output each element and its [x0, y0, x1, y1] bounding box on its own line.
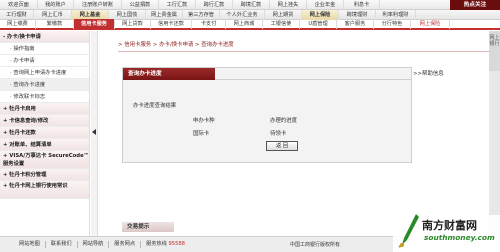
sidebar-item-guide[interactable]: · 操作指南	[0, 43, 89, 55]
sidebar: - 办卡/换卡申请 · 操作指南 · 办卡申请 · 查询网上申请办卡进度 · 查…	[0, 31, 90, 236]
sidebar-collapse-handle[interactable]	[91, 31, 98, 236]
sidebar-item-query-progress[interactable]: · 查询办卡进度	[0, 79, 89, 91]
nav-branch-features[interactable]: 分行特色	[374, 19, 411, 29]
help-link[interactable]: >>帮助信息	[413, 69, 444, 77]
pen-logo-icon	[398, 214, 419, 248]
nav-personal-forex[interactable]: 个人外汇业务	[220, 9, 265, 20]
transaction-tip-header: 交易提示	[122, 222, 174, 232]
help-label: 帮助信息	[422, 71, 444, 77]
sidebar-item-label: 牡丹卡网上银行使用常识	[9, 183, 68, 189]
breadcrumb-divider	[118, 51, 490, 52]
sidebar-item-label: 牡丹卡积分管理	[9, 172, 47, 178]
nav-card-repayment[interactable]: 信用卡还款	[151, 19, 192, 29]
sidebar-item-faq[interactable]: + 牡丹卡网上银行使用常识	[0, 181, 89, 199]
col-progress: 办理的进度	[270, 118, 297, 124]
sidebar-item-securecode[interactable]: + VISA/万事达卡 SecureCode™服务设置	[0, 151, 89, 169]
breadcrumb-item: 查询办卡进度	[201, 42, 234, 48]
sidebar-item-label: 牡丹卡还款	[9, 130, 36, 136]
panel-header-bar	[215, 68, 411, 80]
sidebar-item-label: 办卡申请	[13, 58, 35, 64]
sidebar-item-label: 查询办卡进度	[13, 82, 46, 88]
footer-sitemap[interactable]: 网站地图	[14, 241, 46, 248]
footer-hotline: 服务热线 95588	[141, 241, 190, 248]
watermark-url: southmoney.com	[424, 233, 495, 242]
collapse-arrow-icon	[92, 129, 96, 135]
panel-title: 查询办卡进度	[123, 68, 215, 80]
nav-loans[interactable]: 网上贷款	[115, 19, 151, 29]
sidebar-item-label: 操作指南	[13, 46, 35, 52]
nav-welcome[interactable]: 欢迎页面	[0, 0, 38, 10]
col-card-type: 申办卡种	[193, 118, 215, 124]
card-type-value: 国际卡	[193, 131, 210, 137]
nav-ukey[interactable]: U盾管理	[300, 19, 337, 29]
nav-bill-payment[interactable]: 网上缴费	[0, 19, 36, 29]
sidebar-item-label: 查询网上申请办卡进度	[13, 70, 67, 76]
nav-my-account[interactable]: 我的账户	[38, 0, 74, 10]
breadcrumb: > 信用卡服务 > 办卡/换卡申请 > 查询办卡进度	[118, 42, 234, 48]
footer-shortcuts[interactable]: 网站导航	[78, 241, 110, 248]
hotline-number: 95588	[168, 241, 185, 247]
nav-interbank-remit[interactable]: 跨行汇款	[196, 0, 233, 10]
hotline-label: 服务热线	[146, 241, 167, 247]
sidebar-item-online-progress[interactable]: · 查询网上申请办卡进度	[0, 67, 89, 79]
nav-transfer[interactable]: 注册账户转账	[74, 0, 122, 10]
nav-mall[interactable]: 网上商城	[226, 19, 263, 29]
nav-futures[interactable]: 网上期货	[265, 9, 302, 20]
sidebar-item-modify-flag[interactable]: · 修改联卡标志	[0, 91, 89, 103]
nav-messenger[interactable]: 工银信使	[263, 19, 300, 29]
nav-rate-wealth[interactable]: 利率利理财	[376, 9, 416, 20]
nav-card-pay[interactable]: 卡支付	[192, 19, 226, 29]
sidebar-item-points[interactable]: + 牡丹卡积分管理	[0, 169, 89, 181]
sidebar-item-apply-card[interactable]: - 办卡/换卡申请	[0, 31, 89, 43]
back-button[interactable]: 返 回	[266, 141, 298, 151]
nav-bonds[interactable]: 网上国债	[109, 9, 146, 20]
right-side-tab[interactable]: 网上银行	[489, 31, 500, 71]
sidebar-item-statements[interactable]: + 对账单、结算清单	[0, 139, 89, 151]
sidebar-item-apply[interactable]: · 办卡申请	[0, 55, 89, 67]
top-nav-row-1: 欢迎页面 我的账户 注册账户转账 公益捐款 工行汇款 跨行汇款 跨境汇款 网上挂…	[0, 0, 500, 10]
nav-crossborder-remit[interactable]: 跨境汇款	[233, 0, 270, 10]
nav-loss-report[interactable]: 网上挂失	[270, 0, 307, 10]
nav-charity[interactable]: 公益捐款	[122, 0, 159, 10]
result-label: 办卡进度查询结果	[133, 103, 177, 109]
breadcrumb-item[interactable]: 办卡/换卡申请	[159, 42, 193, 48]
sidebar-item-repayment[interactable]: + 牡丹卡还款	[0, 127, 89, 139]
nav-icbc-remit[interactable]: 工行汇款	[159, 0, 196, 10]
nav-customer-service[interactable]: 客户服务	[337, 19, 374, 29]
nav-fee-payment[interactable]: 繁缴款	[36, 19, 74, 29]
sidebar-item-label: 对账单、结算清单	[9, 142, 52, 148]
sidebar-item-label: 卡信息查询/修改	[9, 118, 49, 124]
sidebar-item-label: VISA/万事达卡 SecureCode™服务设置	[3, 153, 89, 167]
sidebar-item-label: 牡丹卡启用	[9, 106, 36, 112]
nav-insurance-top[interactable]: 网上保险	[302, 9, 339, 20]
nav-funds[interactable]: 网上基金	[72, 9, 109, 20]
nav-credit-card-service[interactable]: 信用卡服务	[74, 19, 115, 29]
nav-insurance[interactable]: 网上保险	[411, 19, 450, 29]
footer-outlets[interactable]: 服务网点	[109, 241, 142, 248]
sidebar-item-activate[interactable]: + 牡丹卡启用	[0, 103, 89, 115]
sidebar-item-card-info[interactable]: + 卡信息查询/修改	[0, 115, 89, 127]
nav-forex[interactable]: 网上汇币	[34, 9, 72, 20]
sidebar-item-label: 修改联卡标志	[13, 94, 46, 100]
watermark-title: 南方财富网	[422, 219, 477, 232]
sidebar-item-label: 办卡/换卡申请	[7, 34, 41, 40]
progress-panel: 查询办卡进度 办卡进度查询结果 申办卡种 办理的进度 国际卡 待领卡 返 回	[122, 67, 412, 163]
copyright: 中国工商银行版权所有	[290, 242, 341, 248]
nav-interest-card[interactable]: 利息卡	[344, 0, 380, 10]
nav-annuity[interactable]: 企业年金	[307, 0, 344, 10]
progress-value: 待领卡	[270, 131, 287, 137]
nav-metals[interactable]: 网上贵金属	[146, 9, 183, 20]
hot-topics-label[interactable]: 热点关注	[450, 0, 500, 10]
nav-wealth[interactable]: 工行理财	[0, 9, 34, 20]
nav-third-party[interactable]: 第三方存管	[183, 9, 220, 20]
top-nav-row-3: 网上缴费 繁缴款 信用卡服务 网上贷款 信用卡还款 卡支付 网上商城 工银信使 …	[0, 19, 500, 30]
breadcrumb-item[interactable]: 信用卡服务	[124, 42, 151, 48]
nav-crossborder-wealth[interactable]: 跨境理财	[339, 9, 376, 20]
footer-contact[interactable]: 联系我们	[46, 241, 78, 248]
